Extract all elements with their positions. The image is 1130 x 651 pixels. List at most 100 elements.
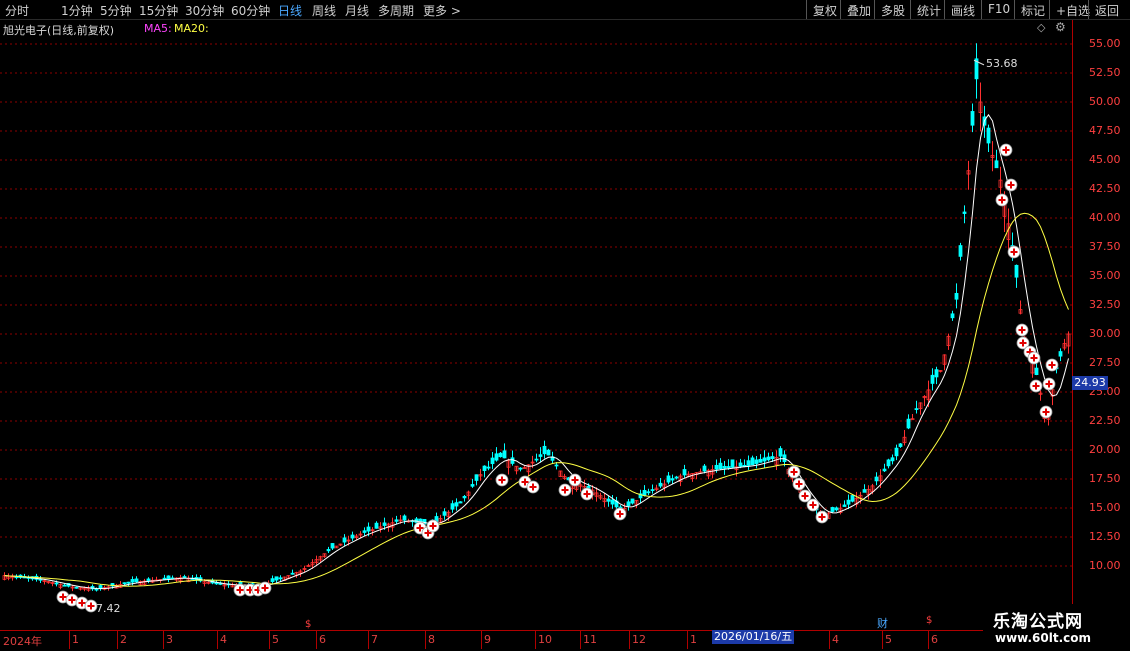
price-tick-label: 52.50 [1089, 66, 1121, 79]
candle-body [914, 408, 919, 411]
overlay-button[interactable]: 叠加 [840, 0, 877, 19]
dividend-marker[interactable]: $ [305, 619, 311, 630]
candle-body [450, 503, 455, 510]
period-tab-timeshare[interactable]: 分时 [5, 2, 29, 19]
candle-body [906, 418, 911, 429]
time-tick-label: 11 [583, 633, 597, 646]
period-tab-1min[interactable]: 1分钟 [61, 2, 93, 19]
mark-button[interactable]: 标记 [1014, 0, 1051, 19]
indicator-info-bar: 旭光电子(日线,前复权) MA5: MA20: ◇ ⚙ [0, 20, 1080, 38]
candle-body [606, 498, 611, 502]
period-tab-5min[interactable]: 5分钟 [100, 2, 132, 19]
watermark-url: www.60lt.com [995, 631, 1092, 645]
period-tab-30min[interactable]: 30分钟 [185, 2, 224, 19]
low-price-label: 7.42 [96, 602, 121, 615]
candle-body [850, 495, 855, 502]
time-tick-label: 6 [931, 633, 938, 646]
candle-body [762, 457, 767, 462]
candle-body [730, 459, 735, 468]
candle-body [1014, 264, 1019, 278]
candle-body [650, 489, 655, 491]
candle-body [1058, 351, 1063, 357]
candle-body [130, 579, 135, 583]
candle-body [474, 474, 479, 481]
candle-body [958, 245, 963, 257]
candle-body [758, 458, 763, 463]
time-tick [117, 631, 118, 649]
statistics-button[interactable]: 统计 [910, 0, 947, 19]
candle-body [954, 293, 959, 300]
time-tick [217, 631, 218, 649]
last-price-tag: 24.93 [1072, 376, 1108, 390]
candle-body [890, 457, 895, 462]
candle-body [970, 111, 975, 126]
time-tick [368, 631, 369, 649]
candle-body [326, 549, 331, 552]
back-button[interactable]: 返回 [1088, 0, 1130, 19]
candle-body [714, 464, 719, 470]
time-tick [481, 631, 482, 649]
candlestick-chart[interactable]: 53.68 7.42 [0, 38, 1072, 630]
candle-body [778, 448, 783, 457]
time-tick-label: 7 [371, 633, 378, 646]
stock-title: 旭光电子(日线,前复权) [3, 24, 115, 37]
candle-body [1034, 367, 1039, 375]
candle-body [754, 459, 759, 464]
candle-body [846, 499, 851, 505]
watermark: 乐淘公式网 www.60lt.com [983, 604, 1130, 650]
period-tab-weekly[interactable]: 周线 [312, 2, 336, 19]
f10-button[interactable]: F10 [981, 0, 1016, 19]
candle-body [74, 586, 79, 589]
candle-body [542, 445, 547, 455]
candle-body [994, 160, 999, 169]
time-tick-label: 9 [484, 633, 491, 646]
candle-body [270, 578, 275, 582]
time-tick-label: 5 [272, 633, 279, 646]
candle-body [442, 511, 447, 516]
candle-body [670, 478, 675, 481]
restore-rights-button[interactable]: 复权 [806, 0, 843, 19]
period-tab-more[interactable]: 更多 > [423, 2, 461, 19]
candle-body [394, 519, 399, 522]
candle-body [342, 537, 347, 543]
ma20-label: MA20: [174, 22, 209, 35]
candle-body [382, 522, 387, 526]
period-tab-15min[interactable]: 15分钟 [139, 2, 178, 19]
time-tick-label: 3 [166, 633, 173, 646]
settings-icon[interactable]: ⚙ [1055, 20, 1066, 34]
time-tick [687, 631, 688, 649]
period-tab-monthly[interactable]: 月线 [345, 2, 369, 19]
period-tab-multi[interactable]: 多周期 [378, 2, 414, 19]
multi-stock-button[interactable]: 多股 [874, 0, 911, 19]
price-tick-label: 12.50 [1089, 530, 1121, 543]
candle-body [666, 475, 671, 483]
candle-body [402, 515, 407, 521]
candle-body [642, 490, 647, 496]
price-tick-label: 47.50 [1089, 124, 1121, 137]
candle-body [746, 460, 751, 466]
candle-body [630, 498, 635, 504]
candle-body [498, 452, 503, 458]
candle-body [62, 584, 67, 587]
time-tick-label: 12 [632, 633, 646, 646]
candle-body [930, 374, 935, 384]
diamond-icon[interactable]: ◇ [1037, 21, 1045, 34]
candle-body [494, 453, 499, 461]
time-tick [425, 631, 426, 649]
candle-body [770, 456, 775, 459]
dividend-marker-2[interactable]: $ [926, 615, 932, 626]
time-tick [829, 631, 830, 649]
candle-body [290, 572, 295, 575]
candle-body [750, 457, 755, 466]
candle-body [146, 578, 151, 582]
draw-line-button[interactable]: 画线 [944, 0, 981, 19]
period-tab-60min[interactable]: 60分钟 [231, 2, 270, 19]
period-toolbar: 分时 1分钟 5分钟 15分钟 30分钟 60分钟 日线 周线 月线 多周期 更… [0, 0, 1130, 20]
candle-body [486, 466, 491, 469]
price-tick-label: 15.00 [1089, 501, 1121, 514]
period-tab-daily[interactable]: 日线 [278, 2, 302, 19]
candle-body [766, 456, 771, 461]
financial-report-marker[interactable]: 财 [877, 615, 888, 631]
candle-body [490, 457, 495, 465]
time-tick-label: 4 [220, 633, 227, 646]
